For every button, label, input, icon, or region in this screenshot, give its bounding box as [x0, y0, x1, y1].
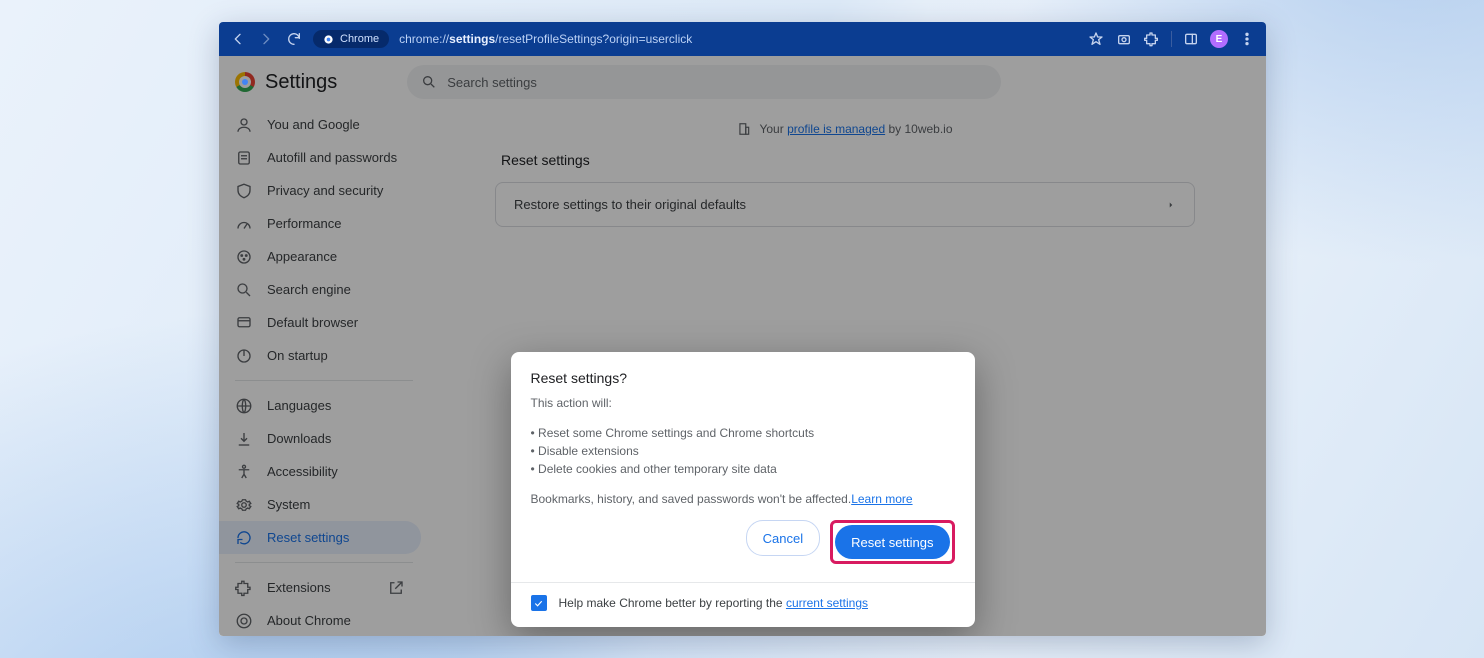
sidebar-item-label: Default browser [267, 315, 358, 330]
sidebar-item-label: Privacy and security [267, 183, 383, 198]
search-placeholder: Search settings [447, 75, 537, 90]
sidebar-item-label: Extensions [267, 580, 331, 595]
browser-toolbar: Chrome chrome://settings/resetProfileSet… [219, 22, 1266, 56]
origin-chip[interactable]: Chrome [313, 30, 389, 48]
sidebar-divider [235, 380, 413, 381]
sidebar-item-about[interactable]: About Chrome [219, 604, 421, 636]
bullet-item: • Reset some Chrome settings and Chrome … [531, 424, 955, 442]
url-tail: /resetProfileSettings?origin=userclick [495, 32, 692, 46]
back-button[interactable] [229, 30, 247, 48]
sidebar-item-appearance[interactable]: Appearance [219, 240, 421, 273]
sidepanel-icon[interactable] [1182, 30, 1200, 48]
sidebar-item-label: You and Google [267, 117, 360, 132]
sidebar-item-label: About Chrome [267, 613, 351, 628]
sidebar-item-reset-settings[interactable]: Reset settings [219, 521, 421, 554]
help-checkbox[interactable] [531, 595, 547, 611]
sidebar-item-you-and-google[interactable]: You and Google [219, 108, 421, 141]
extensions-icon[interactable] [1143, 30, 1161, 48]
sidebar-item-label: Languages [267, 398, 331, 413]
learn-more-link[interactable]: Learn more [851, 492, 912, 506]
help-text: Help make Chrome better by reporting the [559, 596, 786, 610]
sidebar-item-label: System [267, 497, 310, 512]
note-text: Bookmarks, history, and saved passwords … [531, 492, 852, 506]
settings-header: Settings Search settings [219, 56, 1266, 108]
page-content: Settings Search settings You and Google … [219, 56, 1266, 636]
dialog-title: Reset settings? [531, 370, 955, 386]
sidebar-item-autofill[interactable]: Autofill and passwords [219, 141, 421, 174]
managed-pre: Your [759, 122, 787, 136]
camera-icon[interactable] [1115, 30, 1133, 48]
dialog-bullets: • Reset some Chrome settings and Chrome … [531, 424, 955, 478]
browser-window: Chrome chrome://settings/resetProfileSet… [219, 22, 1266, 636]
sidebar-item-label: On startup [267, 348, 328, 363]
sidebar-divider [235, 562, 413, 563]
sidebar-item-extensions[interactable]: Extensions [219, 571, 421, 604]
open-in-new-icon [387, 579, 405, 597]
bookmark-button[interactable] [1087, 30, 1105, 48]
sidebar-item-default-browser[interactable]: Default browser [219, 306, 421, 339]
card-label: Restore settings to their original defau… [514, 197, 746, 212]
chrome-icon [323, 34, 334, 45]
settings-main: Your profile is managed by 10web.io Rese… [495, 112, 1195, 227]
sidebar-item-label: Downloads [267, 431, 331, 446]
sidebar-item-label: Appearance [267, 249, 337, 264]
sidebar-item-label: Autofill and passwords [267, 150, 397, 165]
sidebar-item-downloads[interactable]: Downloads [219, 422, 421, 455]
sidebar-item-label: Performance [267, 216, 341, 231]
sidebar-item-label: Search engine [267, 282, 351, 297]
sidebar-item-accessibility[interactable]: Accessibility [219, 455, 421, 488]
managed-post: by 10web.io [885, 122, 952, 136]
managed-by-notice: Your profile is managed by 10web.io [495, 122, 1195, 136]
sidebar-item-label: Reset settings [267, 530, 349, 545]
dialog-subtitle: This action will: [531, 396, 955, 410]
dialog-footer: Help make Chrome better by reporting the… [511, 582, 975, 611]
search-icon [421, 74, 437, 90]
reset-settings-button[interactable]: Reset settings [835, 525, 949, 559]
sidebar-item-on-startup[interactable]: On startup [219, 339, 421, 372]
reload-button[interactable] [285, 30, 303, 48]
settings-sidebar: You and Google Autofill and passwords Pr… [219, 108, 429, 636]
forward-button[interactable] [257, 30, 275, 48]
bullet-item: • Delete cookies and other temporary sit… [531, 460, 955, 478]
menu-button[interactable] [1238, 30, 1256, 48]
url-bold: settings [449, 32, 495, 46]
profile-avatar[interactable]: E [1210, 30, 1228, 48]
page-title: Settings [265, 71, 337, 94]
separator [1171, 31, 1172, 47]
chevron-right-icon [1166, 200, 1176, 210]
sidebar-item-label: Accessibility [267, 464, 338, 479]
sidebar-item-search-engine[interactable]: Search engine [219, 273, 421, 306]
sidebar-item-privacy[interactable]: Privacy and security [219, 174, 421, 207]
sidebar-item-system[interactable]: System [219, 488, 421, 521]
chrome-logo-icon [235, 72, 255, 92]
building-icon [737, 122, 751, 136]
restore-defaults-row[interactable]: Restore settings to their original defau… [495, 182, 1195, 227]
origin-chip-label: Chrome [340, 33, 379, 45]
dialog-note: Bookmarks, history, and saved passwords … [531, 492, 955, 506]
search-input[interactable]: Search settings [407, 65, 1001, 99]
section-title: Reset settings [501, 152, 1195, 168]
sidebar-item-performance[interactable]: Performance [219, 207, 421, 240]
highlight-box: Reset settings [830, 520, 954, 564]
managed-link[interactable]: profile is managed [787, 122, 885, 136]
dialog-actions: Cancel Reset settings [531, 520, 955, 564]
address-bar[interactable]: chrome://settings/resetProfileSettings?o… [399, 32, 1077, 46]
sidebar-item-languages[interactable]: Languages [219, 389, 421, 422]
current-settings-link[interactable]: current settings [786, 596, 868, 610]
cancel-button[interactable]: Cancel [746, 520, 820, 556]
reset-settings-dialog: Reset settings? This action will: • Rese… [511, 352, 975, 627]
url-prefix: chrome:// [399, 32, 449, 46]
bullet-item: • Disable extensions [531, 442, 955, 460]
